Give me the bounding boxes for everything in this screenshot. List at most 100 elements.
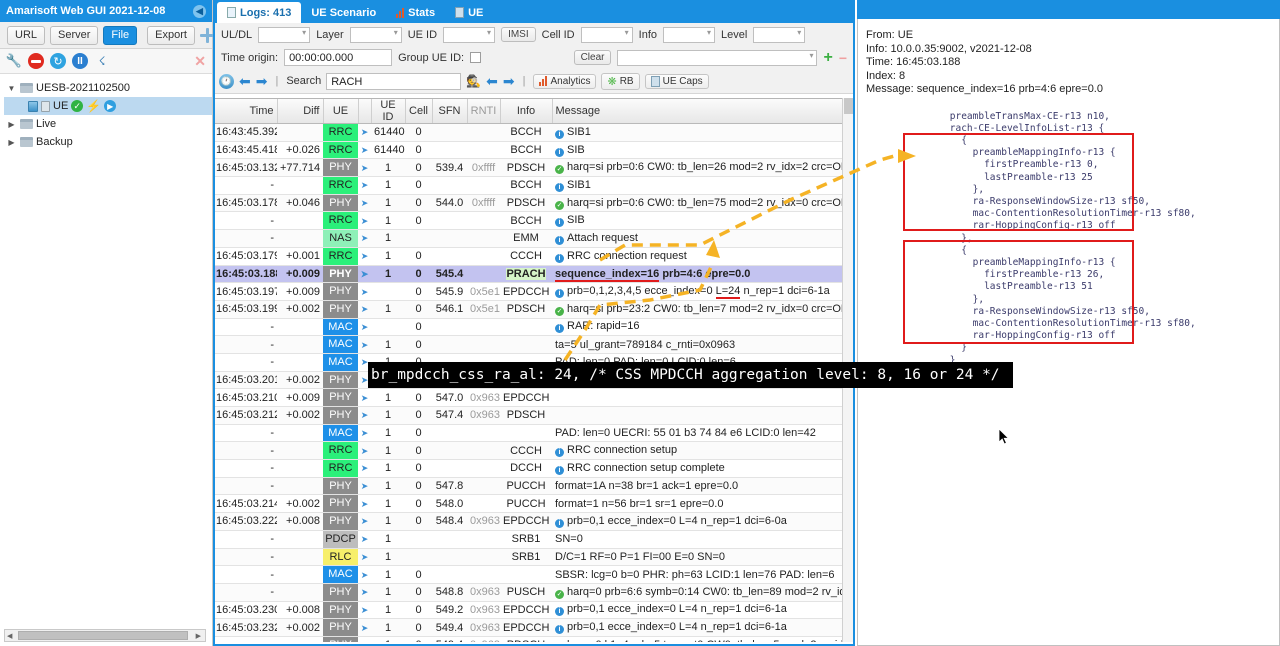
layer-badge: MAC	[323, 566, 358, 583]
table-row[interactable]: - MAC ➤ 1 0 SBSR: lcg=0 b=0 PHR: ph=63 LCID:1…	[213, 565, 842, 584]
binoculars-icon[interactable]: 🕵	[466, 74, 481, 88]
cell-ueid: 1	[371, 512, 405, 531]
col-diff[interactable]: Diff	[277, 99, 324, 124]
table-row[interactable]: - PHY➤10549.40x963PDSCH✓harq=0 k1=4 prb=5…	[213, 636, 842, 642]
cellid-select[interactable]	[580, 26, 633, 43]
find-next-icon[interactable]: ➡	[503, 74, 515, 88]
stop-icon[interactable]	[28, 53, 44, 69]
tree-item-live[interactable]: ▶ Live	[4, 115, 212, 133]
table-row[interactable]: - PHY ➤ 1 0 548.8 0x963 PUSCH ✓ harq=0 prb=6:6 sy…	[213, 583, 842, 602]
table-row[interactable]: - RRC ➤ 1 0 BCCH i SIB1	[213, 176, 842, 195]
table-row[interactable]: 16:45:03.222 +0.008 PHY ➤ 1 0 548.4 0x963 EPDCCH…	[213, 512, 842, 531]
refresh-icon[interactable]: ↻	[50, 53, 66, 69]
table-row[interactable]: 16:45:03.199 +0.002 PHY ➤ 1 0 546.1 0x5e1 PDSCH ✓…	[213, 300, 842, 319]
col-rnti[interactable]: RNTI	[467, 99, 501, 124]
layer-badge: RRC	[323, 177, 358, 194]
table-row[interactable]: - PHY ➤ 1 0 547.8 PUCCH format=1A n=38 br=1 ack…	[213, 477, 842, 496]
chevron-right-icon[interactable]: ▶	[6, 138, 17, 147]
col-time[interactable]: Time	[213, 99, 278, 124]
table-row[interactable]: 16:43:45.392 RRC ➤ 61440 0 BCCH i SIB1	[213, 123, 842, 142]
table-row[interactable]: 16:45:03.132 +77.714 PHY ➤ 1 0 539.4 0xffff PDSC…	[213, 158, 842, 178]
table-row[interactable]: - MAC ➤ 1 0 PAD: len=0 UECRI: 55 01 b3 74 84 …	[213, 424, 842, 443]
file-button[interactable]: File	[103, 25, 138, 45]
table-row[interactable]: - NAS ➤ 1 EMM i Attach request	[213, 229, 842, 248]
level-select[interactable]	[753, 26, 806, 43]
clock-icon[interactable]: 🕐	[219, 73, 234, 89]
minus-icon[interactable]: −	[839, 51, 847, 65]
arrow-left-icon[interactable]: ⬅	[239, 74, 251, 88]
chevron-down-icon[interactable]: ▼	[6, 84, 17, 93]
table-row[interactable]: - RRC ➤ 1 0 BCCH i SIB	[213, 211, 842, 231]
col-cell[interactable]: Cell	[405, 99, 433, 124]
table-row[interactable]: 16:45:03.210 +0.009 PHY ➤ 1 0 547.0 0x963 EPDCCH	[213, 388, 842, 407]
tab-stats[interactable]: Stats	[386, 2, 445, 23]
arrow-right-icon[interactable]: ➡	[256, 74, 268, 88]
play-blue-icon[interactable]: ▶	[104, 100, 117, 112]
col-message[interactable]: Message	[552, 99, 843, 124]
imsi-button[interactable]: IMSI	[501, 27, 536, 42]
info-select[interactable]	[663, 26, 715, 43]
pause-icon[interactable]: II	[72, 53, 88, 69]
table-row[interactable]: - PDCP ➤ 1 SRB1 SN=0	[213, 530, 842, 549]
table-row[interactable]: - RRC ➤ 1 0 DCCH i RRC connection setup complet…	[213, 459, 842, 478]
info-icon: i	[555, 465, 564, 475]
table-row[interactable]: - MAC ➤ 0 i RAR: rapid=16	[213, 318, 842, 337]
col-direction[interactable]	[358, 99, 372, 124]
tab-ue-scenario[interactable]: UE Scenario	[301, 2, 386, 23]
search-input[interactable]: RACH	[326, 72, 462, 90]
chevron-right-icon[interactable]: ▶	[6, 120, 17, 129]
table-row[interactable]: 16:45:03.178 +0.046 PHY ➤ 1 0 544.0 0xffff PDSCH…	[213, 194, 842, 213]
scroll-left-icon[interactable]: ◀	[5, 632, 14, 640]
col-sfn[interactable]: SFN	[432, 99, 468, 124]
plus-icon[interactable]: +	[823, 49, 832, 65]
cell-time: -	[213, 176, 277, 195]
cell-diff: +0.026	[277, 141, 323, 160]
clear-button[interactable]: Clear	[573, 50, 612, 65]
table-row[interactable]: 16:45:03.230 +0.008 PHY ➤ 1 0 549.2 0x963 EPDCCH…	[213, 601, 842, 620]
wrench-icon[interactable]: 🔧	[6, 53, 22, 69]
table-row[interactable]: 16:45:03.212 +0.002 PHY ➤ 1 0 547.4 0x963 PDSCH	[213, 406, 842, 425]
ueid-select[interactable]	[443, 26, 496, 43]
table-row[interactable]: 16:45:03.179 +0.001 RRC ➤ 1 0 CCCH i RRC connect…	[213, 247, 842, 266]
scrollbar-thumb[interactable]	[844, 98, 854, 114]
left-sidebar: Amarisoft Web GUI 2021-12-08 ◀ URL Serve…	[0, 0, 216, 646]
tab-logs[interactable]: Logs: 413	[217, 2, 302, 23]
table-row[interactable]: 16:43:45.418 +0.026 RRC ➤ 61440 0 BCCH i SIB	[213, 141, 842, 160]
table-row[interactable]: - RRC ➤ 1 0 CCCH i RRC connection setup	[213, 441, 842, 461]
col-ueid[interactable]: UE ID	[371, 99, 406, 124]
scroll-right-icon[interactable]: ▶	[194, 632, 203, 640]
plug-icon[interactable]: ☇	[94, 53, 110, 69]
tree-item-uesb[interactable]: ▼ UESB-2021102500	[4, 79, 212, 97]
sidebar-horizontal-scrollbar[interactable]: ◀ ▶	[4, 629, 206, 642]
chevron-left-icon[interactable]: ◀	[193, 4, 206, 18]
col-ue[interactable]: UE	[323, 99, 359, 124]
uldl-select[interactable]	[258, 26, 311, 43]
table-row[interactable]: - MAC ➤ 1 0 ta=5 ul_grant=789184 c_rnti=0x096…	[213, 335, 842, 354]
cell-message: i RRC connection request	[552, 247, 842, 266]
table-row[interactable]: 16:45:03.214 +0.002 PHY ➤ 1 0 548.0 PUCCH format…	[213, 494, 842, 514]
time-origin-input[interactable]: 00:00:00.000	[284, 49, 393, 66]
table-row[interactable]: 16:45:03.197 +0.009 PHY ➤ 0 545.9 0x5e1 EPDCCH i…	[213, 282, 842, 301]
table-row[interactable]: 16:45:03.188 +0.009 PHY ➤ 1 0 545.4 PRACH sequen…	[213, 265, 842, 284]
cell-sfn: 544.0	[432, 194, 467, 213]
server-button[interactable]: Server	[50, 25, 99, 45]
tab-ue[interactable]: UE	[445, 2, 493, 23]
export-button[interactable]: Export	[147, 25, 195, 45]
find-prev-icon[interactable]: ⬅	[486, 74, 498, 88]
add-icon[interactable]	[199, 27, 216, 43]
col-info[interactable]: Info	[500, 99, 553, 124]
tree-item-ue[interactable]: UE ✓ ⚡ ▶	[4, 97, 212, 115]
analytics-button[interactable]: Analytics	[533, 73, 597, 89]
close-icon[interactable]: ✕	[194, 53, 206, 70]
preset-select[interactable]	[617, 49, 818, 66]
table-row[interactable]: 16:45:03.232 +0.002 PHY ➤ 1 0 549.4 0x963 EPDCCH…	[213, 618, 842, 637]
ue-caps-button[interactable]: UE Caps	[644, 73, 709, 89]
layer-select[interactable]	[349, 26, 402, 43]
table-row[interactable]: - RLC ➤ 1 SRB1 D/C=1 RF=0 P=1 FI=00 E=0 SN=0	[213, 548, 842, 567]
scrollbar-thumb[interactable]	[18, 631, 188, 640]
tree-item-backup[interactable]: ▶ Backup	[4, 133, 212, 151]
group-ueid-checkbox[interactable]	[470, 52, 482, 63]
layer-badge: RRC	[323, 124, 358, 141]
rb-button[interactable]: ❋ RB	[601, 72, 640, 90]
url-button[interactable]: URL	[7, 25, 46, 45]
